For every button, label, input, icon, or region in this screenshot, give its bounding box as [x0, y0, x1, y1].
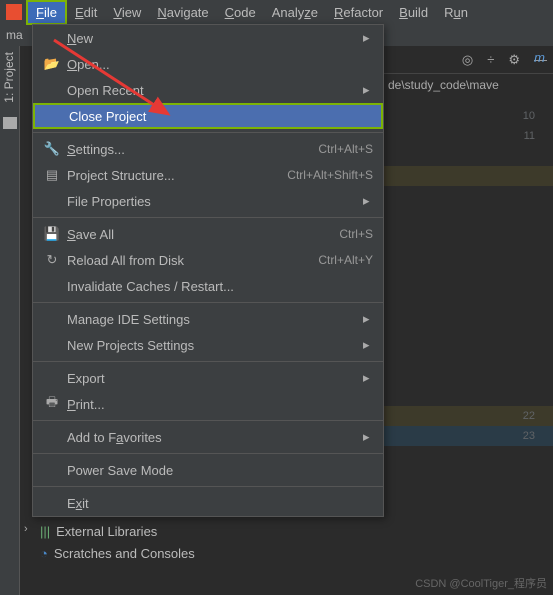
menu-item-file-properties[interactable]: File Properties▸ — [33, 188, 383, 214]
menu-navigate[interactable]: Navigate — [149, 2, 216, 23]
gear-icon[interactable]: ⚙ — [508, 52, 520, 68]
menu-item-new[interactable]: New▸ — [33, 25, 383, 51]
menu-item-close-project[interactable]: Close Project — [33, 103, 383, 129]
menu-item-new-projects-settings[interactable]: New Projects Settings▸ — [33, 332, 383, 358]
menu-separator — [33, 486, 383, 487]
menu-item-project-structure[interactable]: ▤Project Structure...Ctrl+Alt+Shift+S — [33, 162, 383, 188]
folder-icon — [3, 117, 17, 129]
menu-item-exit[interactable]: Exit — [33, 490, 383, 516]
file-path-breadcrumb: de\study_code\mave — [384, 74, 553, 96]
target-icon[interactable]: ◎ — [462, 52, 473, 68]
watermark-text: CSDN @CoolTiger_程序员 — [415, 575, 547, 591]
tree-item-label: External Libraries — [56, 524, 157, 539]
menu-separator — [33, 217, 383, 218]
menu-item-manage-ide-settings[interactable]: Manage IDE Settings▸ — [33, 306, 383, 332]
file-menu-dropdown: New▸ 📂Open... Open Recent▸ Close Project… — [32, 24, 384, 517]
print-icon: 🖶 — [43, 393, 61, 415]
sidebar-tab-project[interactable]: 1: Project — [0, 46, 18, 109]
line-number: 10 — [523, 106, 535, 126]
reload-icon: ↻ — [43, 252, 61, 268]
line-gutter: 10 11 22 23 — [523, 106, 535, 446]
breadcrumb-root[interactable]: ma — [6, 28, 23, 42]
menu-analyze[interactable]: Analyze — [264, 2, 326, 23]
save-icon: 💾 — [43, 226, 61, 242]
menu-item-power-save[interactable]: Power Save Mode — [33, 457, 383, 483]
menu-item-invalidate-caches[interactable]: Invalidate Caches / Restart... — [33, 273, 383, 299]
line-number: 11 — [523, 126, 535, 146]
menu-code[interactable]: Code — [217, 2, 264, 23]
scratches-icon: ◔ — [40, 546, 48, 561]
menu-refactor[interactable]: Refactor — [326, 2, 391, 23]
line-number: 23 — [523, 426, 535, 446]
tree-item-scratches[interactable]: ◔ Scratches and Consoles — [40, 542, 195, 564]
folder-open-icon: 📂 — [43, 56, 61, 72]
menu-item-save-all[interactable]: 💾Save AllCtrl+S — [33, 221, 383, 247]
line-number: 22 — [523, 406, 535, 426]
app-logo-icon — [6, 4, 22, 20]
collapse-icon[interactable]: ÷ — [487, 52, 494, 67]
menu-separator — [33, 453, 383, 454]
menu-item-reload[interactable]: ↻Reload All from DiskCtrl+Alt+Y — [33, 247, 383, 273]
menu-item-add-to-favorites[interactable]: Add to Favorites▸ — [33, 424, 383, 450]
left-sidebar: 1: Project — [0, 46, 20, 595]
wrench-icon: 🔧 — [43, 141, 61, 157]
menu-separator — [33, 132, 383, 133]
menubar: File Edit View Navigate Code Analyze Ref… — [0, 0, 553, 24]
structure-icon: ▤ — [43, 167, 61, 183]
menu-item-print[interactable]: 🖶Print... — [33, 391, 383, 417]
tree-item-label: Scratches and Consoles — [54, 546, 195, 561]
menu-item-open-recent[interactable]: Open Recent▸ — [33, 77, 383, 103]
menu-separator — [33, 302, 383, 303]
expand-icon[interactable]: › — [24, 523, 28, 535]
menu-item-export[interactable]: Export▸ — [33, 365, 383, 391]
menu-build[interactable]: Build — [391, 2, 436, 23]
menu-file[interactable]: File — [26, 0, 67, 25]
menu-separator — [33, 361, 383, 362]
menu-view[interactable]: View — [105, 2, 149, 23]
menu-item-settings[interactable]: 🔧Settings...Ctrl+Alt+S — [33, 136, 383, 162]
tree-item-external-libraries[interactable]: ||| External Libraries — [40, 520, 195, 542]
menu-separator — [33, 420, 383, 421]
menu-run[interactable]: Run — [436, 2, 476, 23]
menu-edit[interactable]: Edit — [67, 2, 105, 23]
editor-tab[interactable]: m — [528, 46, 551, 72]
libraries-icon: ||| — [40, 524, 50, 539]
menu-item-open[interactable]: 📂Open... — [33, 51, 383, 77]
